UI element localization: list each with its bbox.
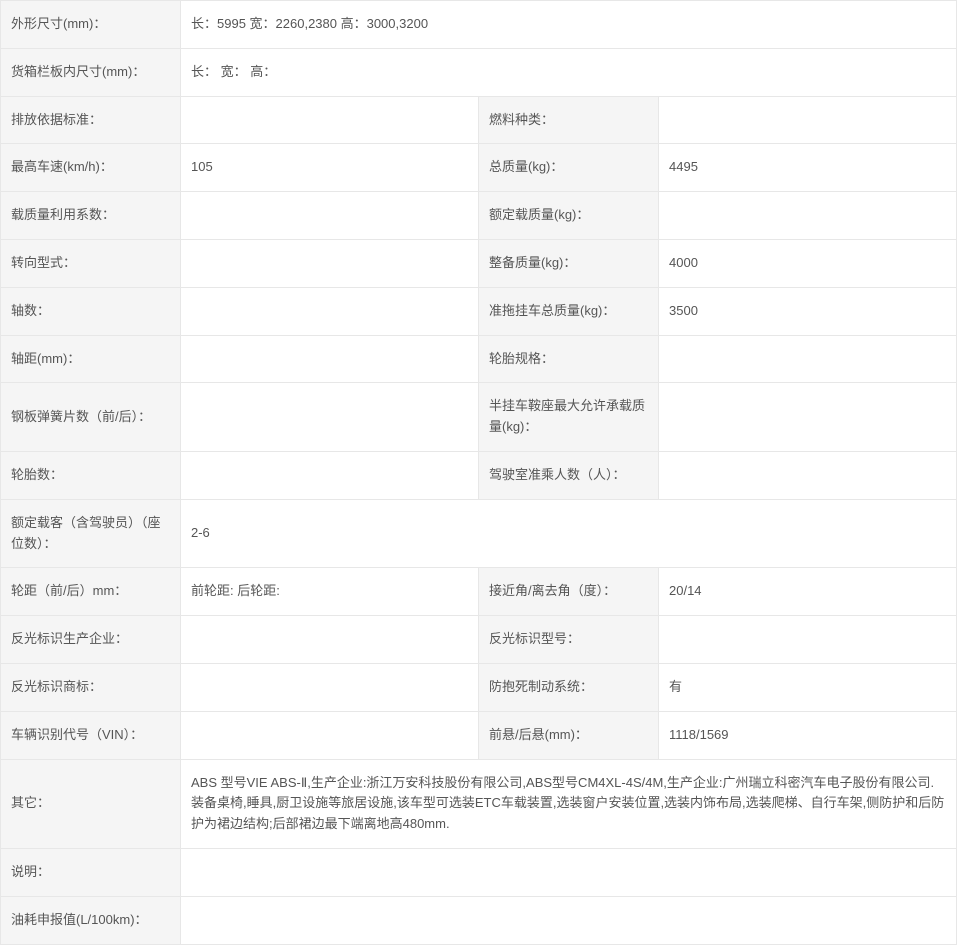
table-row: 最高车速(km/h)： 105 总质量(kg)： 4495 <box>1 144 957 192</box>
table-row: 额定载客（含驾驶员）（座位数）： 2-6 <box>1 499 957 568</box>
value-rated-mass <box>659 192 957 240</box>
label-tire-count: 轮胎数： <box>1 451 181 499</box>
table-row: 转向型式： 整备质量(kg)： 4000 <box>1 239 957 287</box>
label-other: 其它： <box>1 759 181 848</box>
value-emission-std <box>181 96 479 144</box>
value-gross-mass: 4495 <box>659 144 957 192</box>
value-load-factor <box>181 192 479 240</box>
label-rated-pax: 额定载客（含驾驶员）（座位数）： <box>1 499 181 568</box>
table-row: 钢板弹簧片数（前/后）： 半挂车鞍座最大允许承载质量(kg)： <box>1 383 957 452</box>
label-load-factor: 载质量利用系数： <box>1 192 181 240</box>
value-overhang: 1118/1569 <box>659 711 957 759</box>
table-row: 说明： <box>1 848 957 896</box>
label-reflect-maker: 反光标识生产企业： <box>1 616 181 664</box>
value-reflect-maker <box>181 616 479 664</box>
table-row: 轮距（前/后）mm： 前轮距: 后轮距: 接近角/离去角（度）： 20/14 <box>1 568 957 616</box>
label-reflect-model: 反光标识型号： <box>479 616 659 664</box>
label-approach-angle: 接近角/离去角（度）： <box>479 568 659 616</box>
value-approach-angle: 20/14 <box>659 568 957 616</box>
label-gross-mass: 总质量(kg)： <box>479 144 659 192</box>
label-overhang: 前悬/后悬(mm)： <box>479 711 659 759</box>
label-fuel-type: 燃料种类： <box>479 96 659 144</box>
value-reflect-brand <box>181 663 479 711</box>
label-reflect-brand: 反光标识商标： <box>1 663 181 711</box>
table-row: 其它： ABS 型号VIE ABS-Ⅱ,生产企业:浙江万安科技股份有限公司,AB… <box>1 759 957 848</box>
label-cab-pax: 驾驶室准乘人数（人）： <box>479 451 659 499</box>
value-remark <box>181 848 957 896</box>
vehicle-spec-table: 外形尺寸(mm)： 长：5995 宽：2260,2380 高：3000,3200… <box>0 0 957 945</box>
table-row: 货箱栏板内尺寸(mm)： 长： 宽： 高： <box>1 48 957 96</box>
table-row: 轴数： 准拖挂车总质量(kg)： 3500 <box>1 287 957 335</box>
label-fuel-decl: 油耗申报值(L/100km)： <box>1 896 181 944</box>
value-other: ABS 型号VIE ABS-Ⅱ,生产企业:浙江万安科技股份有限公司,ABS型号C… <box>181 759 957 848</box>
value-saddle-max <box>659 383 957 452</box>
label-outer-dim: 外形尺寸(mm)： <box>1 1 181 49</box>
label-tire-spec: 轮胎规格： <box>479 335 659 383</box>
label-axles: 轴数： <box>1 287 181 335</box>
table-row: 排放依据标准： 燃料种类： <box>1 96 957 144</box>
value-steering <box>181 239 479 287</box>
label-abs: 防抱死制动系统： <box>479 663 659 711</box>
table-row: 轴距(mm)： 轮胎规格： <box>1 335 957 383</box>
value-outer-dim: 长：5995 宽：2260,2380 高：3000,3200 <box>181 1 957 49</box>
value-cab-pax <box>659 451 957 499</box>
label-remark: 说明： <box>1 848 181 896</box>
label-cargo-dim: 货箱栏板内尺寸(mm)： <box>1 48 181 96</box>
value-max-speed: 105 <box>181 144 479 192</box>
label-leaf-spring: 钢板弹簧片数（前/后）： <box>1 383 181 452</box>
label-wheelbase: 轴距(mm)： <box>1 335 181 383</box>
table-row: 载质量利用系数： 额定载质量(kg)： <box>1 192 957 240</box>
value-cargo-dim: 长： 宽： 高： <box>181 48 957 96</box>
value-curb-mass: 4000 <box>659 239 957 287</box>
table-row: 反光标识商标： 防抱死制动系统： 有 <box>1 663 957 711</box>
value-vin <box>181 711 479 759</box>
table-row: 轮胎数： 驾驶室准乘人数（人）： <box>1 451 957 499</box>
value-trailer-mass: 3500 <box>659 287 957 335</box>
table-row: 外形尺寸(mm)： 长：5995 宽：2260,2380 高：3000,3200 <box>1 1 957 49</box>
value-wheelbase <box>181 335 479 383</box>
value-abs: 有 <box>659 663 957 711</box>
label-curb-mass: 整备质量(kg)： <box>479 239 659 287</box>
label-emission-std: 排放依据标准： <box>1 96 181 144</box>
table-row: 油耗申报值(L/100km)： <box>1 896 957 944</box>
label-max-speed: 最高车速(km/h)： <box>1 144 181 192</box>
label-saddle-max: 半挂车鞍座最大允许承载质量(kg)： <box>479 383 659 452</box>
label-rated-mass: 额定载质量(kg)： <box>479 192 659 240</box>
value-reflect-model <box>659 616 957 664</box>
value-rated-pax: 2-6 <box>181 499 957 568</box>
label-steering: 转向型式： <box>1 239 181 287</box>
table-row: 反光标识生产企业： 反光标识型号： <box>1 616 957 664</box>
label-track: 轮距（前/后）mm： <box>1 568 181 616</box>
value-leaf-spring <box>181 383 479 452</box>
value-track: 前轮距: 后轮距: <box>181 568 479 616</box>
table-row: 车辆识别代号（VIN）： 前悬/后悬(mm)： 1118/1569 <box>1 711 957 759</box>
value-fuel-type <box>659 96 957 144</box>
value-tire-spec <box>659 335 957 383</box>
value-axles <box>181 287 479 335</box>
label-trailer-mass: 准拖挂车总质量(kg)： <box>479 287 659 335</box>
label-vin: 车辆识别代号（VIN）： <box>1 711 181 759</box>
value-tire-count <box>181 451 479 499</box>
value-fuel-decl <box>181 896 957 944</box>
